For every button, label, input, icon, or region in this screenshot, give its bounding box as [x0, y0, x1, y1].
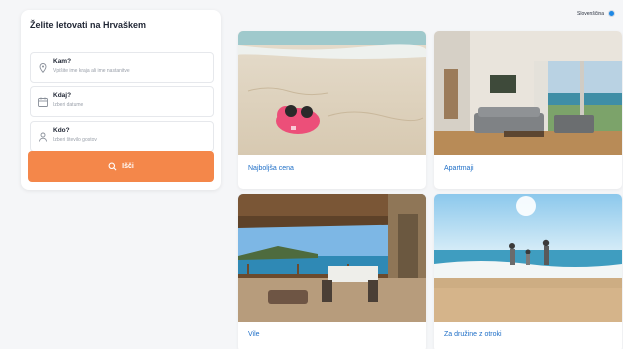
category-tile-villas[interactable]: Vile — [238, 194, 426, 349]
guests-label: Kdo? — [53, 127, 70, 134]
category-tile-best-price[interactable]: Najboljša cena — [238, 31, 426, 189]
destination-placeholder: Vpišite ime kraja ali ime nastanitve — [53, 68, 130, 74]
search-card: Želite letovati na Hrvaškem Kam? Vpišite… — [21, 10, 221, 190]
beach-piggy-bank-image — [238, 31, 426, 155]
dates-label: Kdaj? — [53, 92, 72, 99]
language-flag-icon — [608, 10, 615, 17]
family-beach-image — [434, 194, 622, 322]
guests-field[interactable]: Kdo? Izberi število gostov — [30, 121, 214, 152]
dates-field[interactable]: Kdaj? Izberi datume — [30, 86, 214, 117]
destination-field[interactable]: Kam? Vpišite ime kraja ali ime nastanitv… — [30, 52, 214, 83]
villa-terrace-image — [238, 194, 426, 322]
person-icon — [39, 132, 47, 142]
category-label: Najboljša cena — [248, 165, 294, 172]
apartment-interior-image — [434, 31, 622, 155]
calendar-icon — [38, 97, 48, 107]
dates-placeholder: Izberi datume — [53, 102, 84, 108]
search-icon — [108, 162, 117, 171]
category-label: Vile — [248, 331, 260, 338]
category-label: Apartmaji — [444, 165, 474, 172]
location-pin-icon — [39, 63, 47, 74]
search-button[interactable]: Išči — [28, 151, 214, 182]
search-title: Želite letovati na Hrvaškem — [30, 20, 147, 30]
language-switcher[interactable]: Slovenščina — [577, 10, 615, 17]
destination-label: Kam? — [53, 58, 72, 65]
language-label: Slovenščina — [577, 10, 604, 17]
category-label: Za družine z otroki — [444, 331, 502, 338]
category-tile-apartments[interactable]: Apartmaji — [434, 31, 622, 189]
guests-placeholder: Izberi število gostov — [53, 137, 97, 143]
search-button-label: Išči — [122, 163, 134, 170]
category-tile-families[interactable]: Za družine z otroki — [434, 194, 622, 349]
